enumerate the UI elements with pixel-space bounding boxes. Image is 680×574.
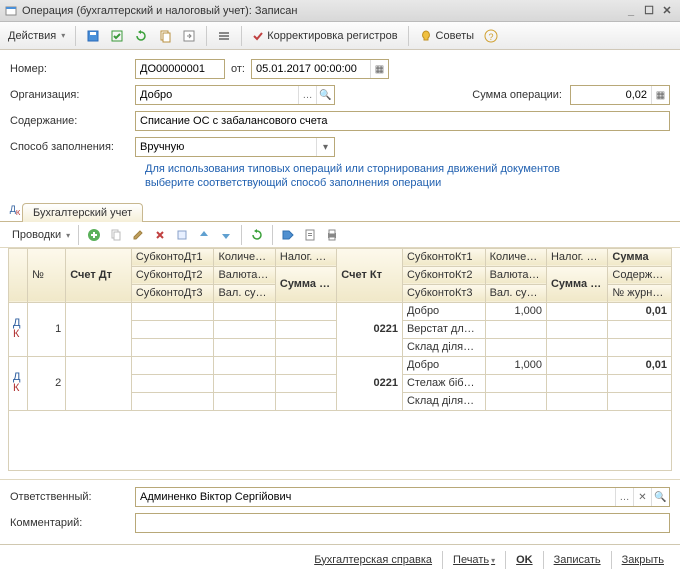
delete-icon[interactable] xyxy=(149,224,171,246)
sum-op-label: Сумма операции: xyxy=(472,89,562,101)
print-icon[interactable] xyxy=(321,224,343,246)
write-button[interactable]: Записать xyxy=(554,554,601,566)
clear-icon[interactable]: ✕ xyxy=(633,488,651,506)
select-icon[interactable]: … xyxy=(615,488,633,506)
print-button[interactable]: Печать▾ xyxy=(453,554,495,566)
go-icon[interactable] xyxy=(178,25,200,47)
postings-toolbar: Проводки▾ xyxy=(0,222,680,248)
dtkt-marker-icon: ДК xyxy=(8,201,22,221)
save-icon[interactable] xyxy=(82,25,104,47)
clone-icon[interactable] xyxy=(105,224,127,246)
dtkt-icon: ДК xyxy=(9,356,28,410)
tab-accounting[interactable]: Бухгалтерский учет xyxy=(22,203,143,222)
move-up-icon[interactable] xyxy=(193,224,215,246)
close-button[interactable]: ✕ xyxy=(658,4,676,17)
content-field[interactable] xyxy=(135,111,670,131)
settings-icon[interactable] xyxy=(246,224,268,246)
dtkt-icon: ДК xyxy=(9,302,28,356)
number-field[interactable] xyxy=(135,59,225,79)
fill-label: Способ заполнения: xyxy=(10,141,135,153)
dropdown-icon[interactable]: ▾ xyxy=(316,138,334,156)
resp-label: Ответственный: xyxy=(10,491,135,503)
list-icon[interactable] xyxy=(213,25,235,47)
content-label: Содержание: xyxy=(10,115,135,127)
ok-button[interactable]: OK xyxy=(516,554,533,566)
table-row[interactable]: ДК 1 0221 Добро 1,000 0,01 xyxy=(9,302,672,320)
select-icon[interactable]: … xyxy=(298,86,316,104)
window-icon xyxy=(4,4,18,18)
window-title: Операция (бухгалтерский и налоговый учет… xyxy=(22,5,622,17)
close-form-button[interactable]: Закрыть xyxy=(622,554,664,566)
comment-field[interactable] xyxy=(135,513,670,533)
refresh-icon[interactable] xyxy=(130,25,152,47)
main-toolbar: Действия▾ Корректировка регистров Советы… xyxy=(0,22,680,50)
postings-menu[interactable]: Проводки▾ xyxy=(8,224,74,246)
form-footer: Ответственный: … ✕ 🔍 Комментарий: xyxy=(0,479,680,544)
copy-icon[interactable] xyxy=(154,25,176,47)
open-icon[interactable]: 🔍 xyxy=(316,86,334,104)
move-down-icon[interactable] xyxy=(215,224,237,246)
fill-hint: Для использования типовых операций или с… xyxy=(10,162,670,191)
window-titlebar: Операция (бухгалтерский и налоговый учет… xyxy=(0,0,680,22)
org-field[interactable]: … 🔍 xyxy=(135,85,335,105)
tips-button[interactable]: Советы xyxy=(415,25,478,47)
minimize-button[interactable]: _ xyxy=(622,5,640,17)
postings-grid: № Счет Дт СубконтоДт1 Количес… Налог. н…… xyxy=(0,248,680,471)
svg-text:?: ? xyxy=(489,32,494,42)
tab-bar: ДК Бухгалтерский учет xyxy=(0,201,680,222)
actions-menu[interactable]: Действия▾ xyxy=(4,25,69,47)
sum-op-field[interactable]: ▦ xyxy=(570,85,670,105)
grid-header: № Счет Дт СубконтоДт1 Количес… Налог. н…… xyxy=(9,248,672,302)
open-icon[interactable]: 🔍 xyxy=(651,488,669,506)
button-bar: Бухгалтерская справка Печать▾ OK Записат… xyxy=(0,544,680,574)
resp-field[interactable]: … ✕ 🔍 xyxy=(135,487,670,507)
date-field[interactable]: ▦ xyxy=(251,59,389,79)
add-icon[interactable] xyxy=(83,224,105,246)
number-label: Номер: xyxy=(10,63,135,75)
org-label: Организация: xyxy=(10,89,135,101)
toggle-active-icon[interactable] xyxy=(106,25,128,47)
tag-icon[interactable] xyxy=(277,224,299,246)
from-label: от: xyxy=(231,63,245,75)
table-row[interactable]: ДК 2 0221 Добро 1,000 0,01 xyxy=(9,356,672,374)
fill-select[interactable]: ▾ xyxy=(135,137,335,157)
calc-icon[interactable]: ▦ xyxy=(651,86,669,104)
form-header: Номер: от: ▦ Организация: … 🔍 Сумма опер… xyxy=(0,50,680,201)
report-link[interactable]: Бухгалтерская справка xyxy=(314,554,432,566)
help-icon[interactable]: ? xyxy=(480,25,502,47)
calendar-icon[interactable]: ▦ xyxy=(370,60,388,78)
doc-icon[interactable] xyxy=(299,224,321,246)
toggle-icon[interactable] xyxy=(171,224,193,246)
comment-label: Комментарий: xyxy=(10,517,135,529)
maximize-button[interactable]: ☐ xyxy=(640,4,658,17)
edit-icon[interactable] xyxy=(127,224,149,246)
correct-registers-button[interactable]: Корректировка регистров xyxy=(248,25,401,47)
